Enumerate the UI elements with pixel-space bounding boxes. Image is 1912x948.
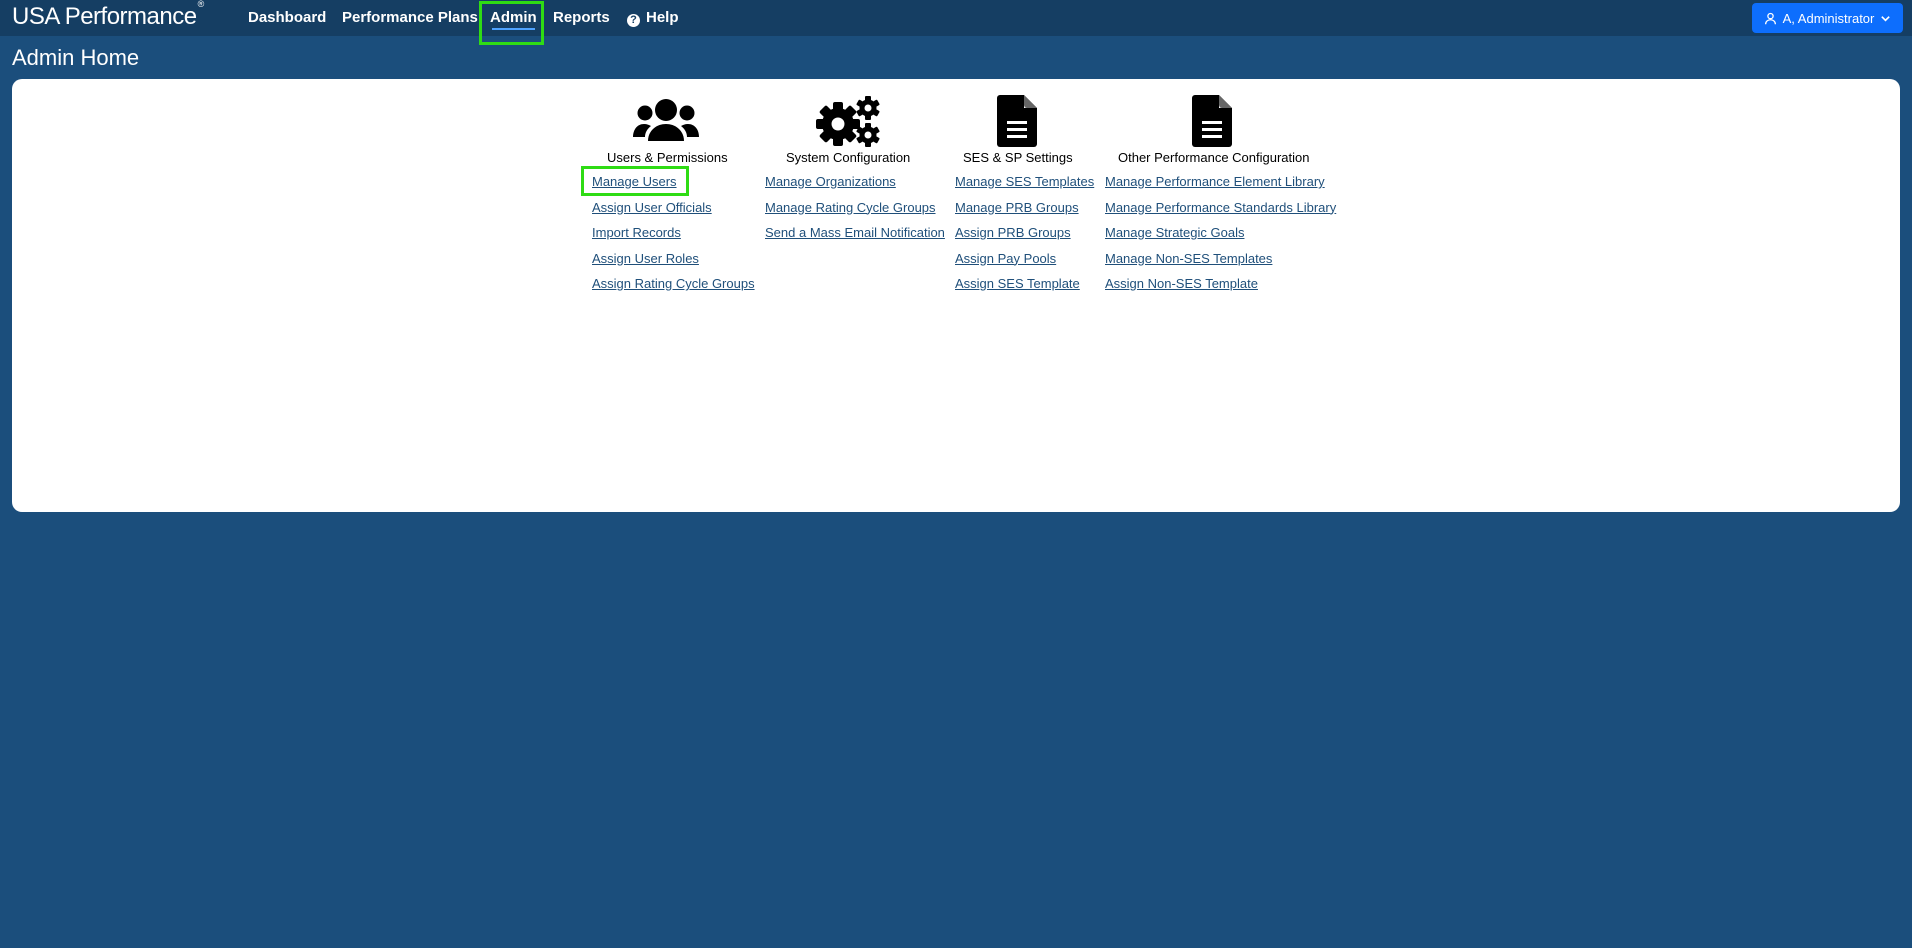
link-manage-non-ses-templates[interactable]: Manage Non-SES Templates bbox=[1105, 251, 1336, 277]
user-icon bbox=[1764, 12, 1776, 24]
chevron-down-icon bbox=[1881, 15, 1891, 22]
link-assign-non-ses-template[interactable]: Assign Non-SES Template bbox=[1105, 276, 1336, 302]
link-send-mass-email-notification[interactable]: Send a Mass Email Notification bbox=[765, 225, 945, 251]
link-import-records[interactable]: Import Records bbox=[592, 225, 755, 251]
document-icon bbox=[1192, 95, 1232, 147]
top-navbar: USA Performance® Dashboard Performance P… bbox=[0, 0, 1912, 45]
link-assign-prb-groups[interactable]: Assign PRB Groups bbox=[955, 225, 1094, 251]
link-manage-prb-groups[interactable]: Manage PRB Groups bbox=[955, 200, 1094, 226]
link-manage-organizations[interactable]: Manage Organizations bbox=[765, 174, 945, 200]
nav-dashboard[interactable]: Dashboard bbox=[248, 0, 326, 36]
section-links: Manage SES Templates Manage PRB Groups A… bbox=[955, 174, 1094, 302]
link-assign-rating-cycle-groups[interactable]: Assign Rating Cycle Groups bbox=[592, 276, 755, 302]
nav-reports[interactable]: Reports bbox=[553, 0, 610, 36]
link-manage-performance-standards-library[interactable]: Manage Performance Standards Library bbox=[1105, 200, 1336, 226]
users-icon bbox=[633, 95, 699, 147]
section-links: Manage Performance Element Library Manag… bbox=[1105, 174, 1336, 302]
section-heading: Users & Permissions bbox=[607, 150, 728, 165]
user-menu-label: A, Administrator bbox=[1782, 10, 1875, 26]
section-links: Manage Organizations Manage Rating Cycle… bbox=[765, 174, 945, 251]
nav-help-label: Help bbox=[646, 9, 679, 26]
manage-users-highlight-box bbox=[581, 166, 689, 196]
link-assign-pay-pools[interactable]: Assign Pay Pools bbox=[955, 251, 1094, 277]
nav-performance-plans[interactable]: Performance Plans bbox=[342, 0, 478, 36]
user-menu-button[interactable]: A, Administrator bbox=[1752, 3, 1903, 33]
app-title: USA Performance bbox=[12, 3, 197, 30]
section-heading: Other Performance Configuration bbox=[1118, 150, 1310, 165]
link-assign-user-officials[interactable]: Assign User Officials bbox=[592, 200, 755, 226]
question-circle-icon: ? bbox=[627, 14, 640, 27]
link-assign-user-roles[interactable]: Assign User Roles bbox=[592, 251, 755, 277]
admin-highlight-box bbox=[479, 1, 544, 45]
nav-help[interactable]: ? Help bbox=[627, 0, 679, 36]
link-manage-strategic-goals[interactable]: Manage Strategic Goals bbox=[1105, 225, 1336, 251]
section-heading: System Configuration bbox=[786, 150, 911, 165]
link-assign-ses-template[interactable]: Assign SES Template bbox=[955, 276, 1094, 302]
document-icon bbox=[997, 95, 1037, 147]
link-manage-ses-templates[interactable]: Manage SES Templates bbox=[955, 174, 1094, 200]
gears-icon bbox=[815, 95, 881, 147]
app-logo[interactable]: USA Performance® bbox=[12, 0, 205, 31]
page-title: Admin Home bbox=[12, 45, 140, 70]
section-heading: SES & SP Settings bbox=[963, 150, 1073, 165]
link-manage-rating-cycle-groups[interactable]: Manage Rating Cycle Groups bbox=[765, 200, 945, 226]
link-manage-performance-element-library[interactable]: Manage Performance Element Library bbox=[1105, 174, 1336, 200]
registered-mark: ® bbox=[197, 0, 205, 9]
